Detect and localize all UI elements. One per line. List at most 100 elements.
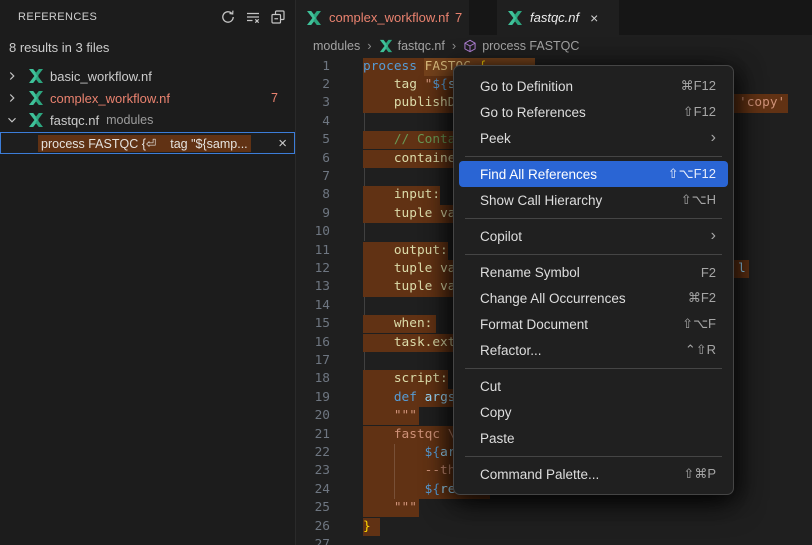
- menu-item-label: Change All Occurrences: [480, 291, 688, 306]
- line-number: 24: [296, 481, 330, 499]
- line-number: 2: [296, 76, 330, 94]
- tab-label: complex_workflow.nf: [329, 10, 449, 25]
- menu-item-label: Copy: [480, 405, 716, 420]
- line-number: 8: [296, 186, 330, 204]
- vscode-window: REFERENCES 8 results in 3 files basi: [0, 0, 812, 545]
- menu-item-label: Go to Definition: [480, 79, 681, 94]
- code-text: """: [363, 499, 735, 517]
- menu-item-shortcut: F2: [701, 265, 716, 280]
- line-number: 10: [296, 223, 330, 241]
- breadcrumb-item-file[interactable]: fastqc.nf: [379, 39, 445, 53]
- menu-item-go-to-references[interactable]: Go to References⇧F12: [459, 99, 728, 125]
- code-line[interactable]: 25 """: [296, 499, 812, 518]
- menu-item-label: Command Palette...: [480, 467, 683, 482]
- line-number: 11: [296, 242, 330, 260]
- tree-file-row[interactable]: fastqc.nf modules: [0, 109, 295, 131]
- nextflow-file-icon: [28, 90, 44, 106]
- menu-item-shortcut: ⇧⌥F12: [668, 166, 716, 182]
- file-name: complex_workflow.nf: [50, 91, 170, 106]
- line-number: 7: [296, 168, 330, 186]
- line-number: 15: [296, 315, 330, 333]
- result-count-badge: 7: [271, 91, 278, 105]
- breadcrumb-item-symbol[interactable]: process FASTQC: [463, 39, 579, 53]
- menu-item-command-palette[interactable]: Command Palette...⇧⌘P: [459, 461, 728, 487]
- menu-separator: [465, 218, 722, 219]
- menu-item-rename-symbol[interactable]: Rename SymbolF2: [459, 259, 728, 285]
- menu-separator: [465, 456, 722, 457]
- menu-separator: [465, 254, 722, 255]
- code-text-overflow: 'copy': [735, 94, 788, 112]
- code-text-overflow: l: [734, 260, 749, 278]
- breadcrumb-separator: ›: [367, 38, 371, 53]
- refresh-icon[interactable]: [217, 6, 239, 28]
- menu-item-shortcut: ⌘F12: [681, 78, 716, 94]
- file-description: modules: [106, 113, 153, 127]
- dismiss-result-icon[interactable]: ×: [278, 133, 287, 153]
- menu-item-label: Copilot: [480, 229, 711, 244]
- tab-bar: complex_workflow.nf 7 fastqc.nf ×: [296, 0, 812, 35]
- reference-match-text: process FASTQC {⏎ tag "${samp...: [38, 135, 251, 152]
- menu-item-cut[interactable]: Cut: [459, 373, 728, 399]
- menu-item-peek[interactable]: Peek›: [459, 125, 728, 151]
- menu-item-copilot[interactable]: Copilot›: [459, 223, 728, 249]
- code-line[interactable]: 26}: [296, 518, 812, 537]
- line-number: 27: [296, 536, 330, 545]
- tab-complex-workflow[interactable]: complex_workflow.nf 7: [296, 0, 469, 35]
- chevron-down-icon[interactable]: [5, 113, 19, 127]
- close-tab-icon[interactable]: ×: [590, 10, 598, 26]
- indent-guide: [364, 352, 365, 370]
- menu-item-refactor[interactable]: Refactor...⌃⇧R: [459, 337, 728, 363]
- menu-item-shortcut: ⇧⌥H: [681, 192, 716, 208]
- chevron-right-icon[interactable]: [5, 69, 19, 83]
- submenu-chevron-icon: ›: [711, 130, 716, 146]
- indent-guide: [364, 113, 365, 131]
- collapse-all-icon[interactable]: [267, 6, 289, 28]
- menu-item-label: Find All References: [480, 167, 668, 182]
- indent-guide: [364, 223, 365, 241]
- menu-item-label: Paste: [480, 431, 716, 446]
- file-name: basic_workflow.nf: [50, 69, 152, 84]
- menu-item-label: Format Document: [480, 317, 682, 332]
- line-number: 26: [296, 518, 330, 536]
- line-number: 23: [296, 462, 330, 480]
- menu-item-format-document[interactable]: Format Document⇧⌥F: [459, 311, 728, 337]
- nextflow-file-icon: [507, 10, 523, 26]
- breadcrumb-separator: ›: [452, 38, 456, 53]
- menu-item-find-all-references[interactable]: Find All References⇧⌥F12: [459, 161, 728, 187]
- line-number: 21: [296, 426, 330, 444]
- line-number: 6: [296, 150, 330, 168]
- breadcrumb-item-modules[interactable]: modules: [313, 39, 360, 53]
- tree-file-row[interactable]: complex_workflow.nf 7: [0, 87, 295, 109]
- line-number: 20: [296, 407, 330, 425]
- menu-item-shortcut: ⌘F2: [688, 290, 716, 306]
- context-menu: Go to Definition⌘F12Go to References⇧F12…: [453, 65, 734, 495]
- code-text: }: [363, 518, 735, 536]
- menu-item-label: Rename Symbol: [480, 265, 701, 280]
- file-name: fastqc.nf: [50, 113, 99, 128]
- results-summary: 8 results in 3 files: [0, 34, 295, 65]
- indent-guide: [364, 168, 365, 186]
- menu-item-show-call-hierarchy[interactable]: Show Call Hierarchy⇧⌥H: [459, 187, 728, 213]
- nextflow-icon: [379, 39, 393, 53]
- breadcrumb: modules › fastqc.nf › process FASTQC: [296, 35, 812, 56]
- menu-item-go-to-definition[interactable]: Go to Definition⌘F12: [459, 73, 728, 99]
- menu-separator: [465, 368, 722, 369]
- menu-item-paste[interactable]: Paste: [459, 425, 728, 451]
- references-panel-header: REFERENCES: [0, 0, 295, 34]
- tree-file-row[interactable]: basic_workflow.nf: [0, 65, 295, 87]
- clear-all-icon[interactable]: [242, 6, 264, 28]
- line-number: 17: [296, 352, 330, 370]
- line-number: 1: [296, 58, 330, 76]
- line-number: 9: [296, 205, 330, 223]
- menu-item-shortcut: ⌃⇧R: [685, 342, 716, 358]
- code-line[interactable]: 27: [296, 536, 812, 545]
- chevron-right-icon[interactable]: [5, 91, 19, 105]
- references-panel: REFERENCES 8 results in 3 files basi: [0, 0, 296, 545]
- tab-fastqc[interactable]: fastqc.nf ×: [497, 0, 619, 35]
- menu-item-label: Show Call Hierarchy: [480, 193, 681, 208]
- line-number: 13: [296, 278, 330, 296]
- menu-item-change-all-occurrences[interactable]: Change All Occurrences⌘F2: [459, 285, 728, 311]
- submenu-chevron-icon: ›: [711, 228, 716, 244]
- menu-item-copy[interactable]: Copy: [459, 399, 728, 425]
- reference-result-item[interactable]: process FASTQC {⏎ tag "${samp... ×: [0, 132, 295, 154]
